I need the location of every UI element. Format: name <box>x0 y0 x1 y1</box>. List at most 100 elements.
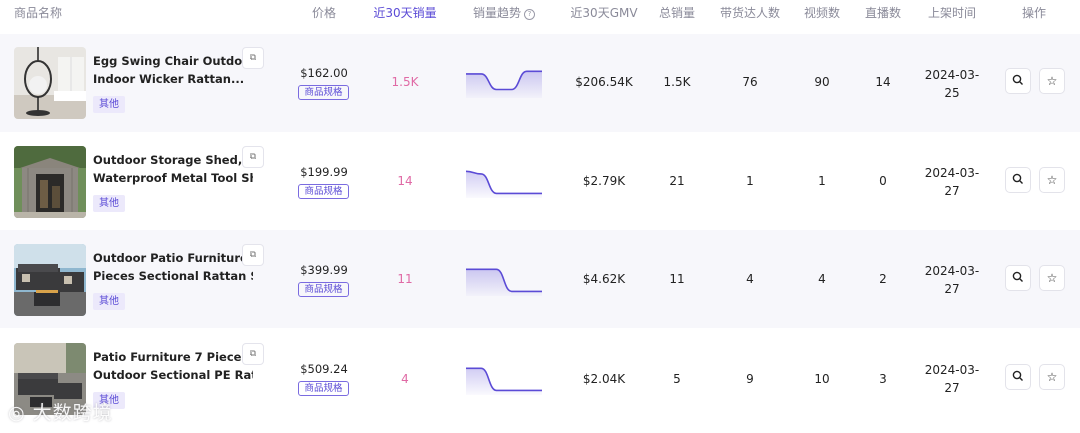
listed-date-line2: 25 <box>944 86 960 100</box>
listed-date: 2024-03- 27 <box>920 164 984 200</box>
product-name[interactable]: Egg Swing Chair Outdoor Indoor Wicker Ra… <box>93 52 253 88</box>
listed-date: 2024-03- 25 <box>920 66 984 102</box>
category-tag: 其他 <box>93 96 125 113</box>
live-count: 0 <box>879 174 887 188</box>
product-name-line1: Egg Swing Chair Outdoor <box>93 54 253 68</box>
product-name-line2: Indoor Wicker Rattan... <box>93 72 245 86</box>
gmv30: $2.04K <box>582 372 626 386</box>
live-count: 3 <box>879 372 887 386</box>
spec-button[interactable]: 商品规格 <box>298 381 349 396</box>
copy-icon[interactable]: ⧉ <box>242 343 264 365</box>
table-row[interactable]: Outdoor Storage Shed, 8×6 Waterproof Met… <box>0 132 1080 230</box>
total-sales: 1.5K <box>663 75 691 89</box>
col-header-listed[interactable]: 上架时间 <box>920 0 984 26</box>
watermark-logo-icon: ◎ <box>8 402 26 424</box>
table-row[interactable]: Patio Furniture 7 Pieces Outdoor Section… <box>0 328 1080 426</box>
video-count: 1 <box>818 174 826 188</box>
video-count: 90 <box>814 75 830 89</box>
sales30: 14 <box>397 174 413 188</box>
product-name-line1: Outdoor Storage Shed, 8×6 <box>93 153 253 167</box>
spec-button[interactable]: 商品规格 <box>298 184 349 199</box>
product-name-line1: Patio Furniture 7 Pieces <box>93 350 249 364</box>
product-name-line2: Pieces Sectional Rattan Sof... <box>93 269 253 283</box>
col-header-name[interactable]: 商品名称 <box>14 0 94 26</box>
watermark: ◎ 大数跨境 <box>8 398 113 428</box>
listed-date-line2: 27 <box>944 381 960 395</box>
col-header-sales30[interactable]: 近30天销量 <box>366 0 444 26</box>
table-row[interactable]: Outdoor Patio Furniture Set 8 Pieces Sec… <box>0 230 1080 328</box>
col-header-total-sales[interactable]: 总销量 <box>652 0 702 26</box>
listed-date: 2024-03- 27 <box>920 262 984 298</box>
product-name[interactable]: Patio Furniture 7 Pieces Outdoor Section… <box>93 348 253 384</box>
influencer-count: 4 <box>746 272 754 286</box>
product-image[interactable] <box>14 146 86 218</box>
product-table: 商品名称 价格 近30天销量 销量趋势? 近30天GMV 总销量 带货达人数 视… <box>0 0 1080 433</box>
sales-trend-chart <box>466 268 542 296</box>
product-name[interactable]: Outdoor Patio Furniture Set 8 Pieces Sec… <box>93 249 253 285</box>
product-image[interactable] <box>14 244 86 316</box>
product-image[interactable] <box>14 47 86 119</box>
product-name-line2: Outdoor Sectional PE Ratta... <box>93 368 253 382</box>
live-count: 14 <box>875 75 891 89</box>
listed-date-line1: 2024-03- <box>924 166 980 180</box>
gmv30: $4.62K <box>582 272 626 286</box>
total-sales: 5 <box>673 372 681 386</box>
sales30: 11 <box>397 272 413 286</box>
star-icon[interactable]: ☆ <box>1039 167 1065 193</box>
sales-trend-chart <box>466 170 542 198</box>
total-sales: 11 <box>669 272 685 286</box>
category-tag: 其他 <box>93 293 125 310</box>
gmv30: $2.79K <box>582 174 626 188</box>
col-header-videos[interactable]: 视频数 <box>796 0 848 26</box>
product-name[interactable]: Outdoor Storage Shed, 8×6 Waterproof Met… <box>93 151 253 187</box>
star-icon[interactable]: ☆ <box>1039 265 1065 291</box>
table-row[interactable]: Egg Swing Chair Outdoor Indoor Wicker Ra… <box>0 34 1080 132</box>
listed-date-line1: 2024-03- <box>924 68 980 82</box>
video-count: 4 <box>818 272 826 286</box>
influencer-count: 1 <box>746 174 754 188</box>
influencer-count: 9 <box>746 372 754 386</box>
influencer-count: 76 <box>742 75 758 89</box>
question-circle-icon[interactable]: ? <box>524 9 535 20</box>
col-header-actions: 操作 <box>1021 6 1046 20</box>
total-sales: 21 <box>669 174 685 188</box>
price: $199.99 <box>300 165 348 179</box>
listed-date-line1: 2024-03- <box>924 363 980 377</box>
gmv30: $206.54K <box>575 75 633 89</box>
col-header-gmv30[interactable]: 近30天GMV <box>566 0 642 26</box>
sales-trend-chart <box>466 70 542 98</box>
listed-date-line1: 2024-03- <box>924 264 980 278</box>
col-header-influencers[interactable]: 带货达人数 <box>715 0 785 26</box>
copy-icon[interactable]: ⧉ <box>242 47 264 69</box>
price: $162.00 <box>300 66 348 80</box>
product-name-line2: Waterproof Metal Tool Shed... <box>93 171 253 185</box>
video-count: 10 <box>814 372 830 386</box>
spec-button[interactable]: 商品规格 <box>298 282 349 297</box>
watermark-text: 大数跨境 <box>32 402 113 424</box>
col-header-price[interactable]: 价格 <box>296 0 352 26</box>
search-icon[interactable] <box>1005 68 1031 94</box>
col-header-trend: 销量趋势? <box>466 0 542 26</box>
listed-date-line2: 27 <box>944 282 960 296</box>
category-tag: 其他 <box>93 195 125 212</box>
trend-area <box>466 71 542 98</box>
spec-button[interactable]: 商品规格 <box>298 85 349 100</box>
table-header: 商品名称 价格 近30天销量 销量趋势? 近30天GMV 总销量 带货达人数 视… <box>0 0 1080 32</box>
search-icon[interactable] <box>1005 265 1031 291</box>
search-icon[interactable] <box>1005 167 1031 193</box>
star-icon[interactable]: ☆ <box>1039 68 1065 94</box>
copy-icon[interactable]: ⧉ <box>242 146 264 168</box>
live-count: 2 <box>879 272 887 286</box>
copy-icon[interactable]: ⧉ <box>242 244 264 266</box>
listed-date-line2: 27 <box>944 184 960 198</box>
sales30: 1.5K <box>391 75 419 89</box>
listed-date: 2024-03- 27 <box>920 361 984 397</box>
search-icon[interactable] <box>1005 364 1031 390</box>
star-icon[interactable]: ☆ <box>1039 364 1065 390</box>
price: $399.99 <box>300 263 348 277</box>
col-header-lives[interactable]: 直播数 <box>858 0 908 26</box>
sales30: 4 <box>401 372 409 386</box>
product-name-line1: Outdoor Patio Furniture Set 8 <box>93 251 253 265</box>
price: $509.24 <box>300 362 348 376</box>
col-header-trend-label: 销量趋势 <box>472 6 521 20</box>
